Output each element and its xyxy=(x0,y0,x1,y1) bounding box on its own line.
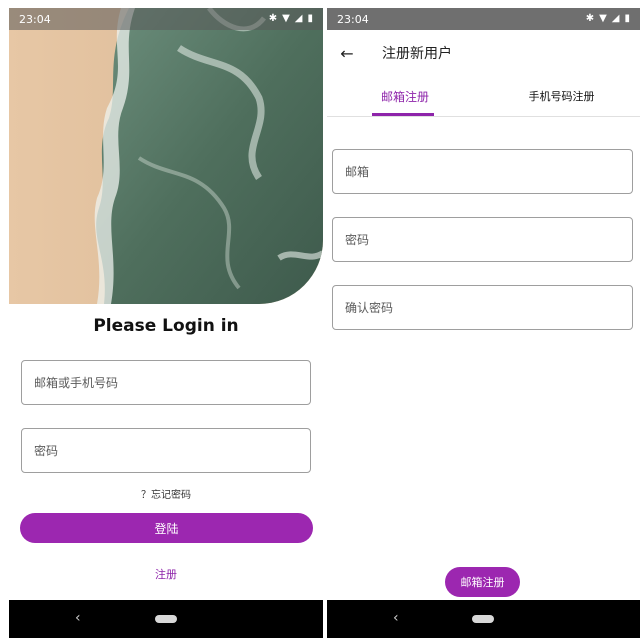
wifi-icon: ▼ xyxy=(282,13,290,24)
forgot-password-link[interactable]: ？忘记密码 xyxy=(9,486,323,501)
back-arrow-icon[interactable]: ← xyxy=(327,44,367,63)
status-bar: 23:04 ✱ ▼ ◢ ▮ xyxy=(327,8,640,30)
status-time: 23:04 xyxy=(19,12,51,26)
battery-icon: ▮ xyxy=(307,13,313,24)
tab-indicator xyxy=(372,113,434,116)
signal-icon: ◢ xyxy=(611,13,620,24)
nav-home-pill[interactable] xyxy=(155,615,177,623)
status-bar: 23:04 ✱ ▼ ◢ ▮ xyxy=(9,8,323,30)
nav-back-icon[interactable]: ‹ xyxy=(75,610,81,626)
register-tabs: 邮箱注册 手机号码注册 xyxy=(327,76,640,117)
login-title: Please Login in xyxy=(93,316,239,336)
username-input[interactable] xyxy=(22,361,310,404)
bluetooth-icon: ✱ xyxy=(585,13,595,24)
email-register-button[interactable]: 邮箱注册 xyxy=(445,567,520,597)
status-time: 23:04 xyxy=(337,12,369,26)
battery-icon: ▮ xyxy=(624,13,630,24)
page-title: 注册新用户 xyxy=(382,46,452,62)
confirm-password-input[interactable] xyxy=(333,286,632,329)
system-nav-bar: ‹ xyxy=(9,600,323,638)
email-input[interactable] xyxy=(333,150,632,193)
register-password-input[interactable] xyxy=(333,218,632,261)
tab-email-register[interactable]: 邮箱注册 xyxy=(327,76,483,116)
app-bar: ← 注册新用户 xyxy=(327,30,640,76)
wifi-icon: ▼ xyxy=(599,13,607,24)
password-field[interactable] xyxy=(21,428,311,473)
tab-phone-register[interactable]: 手机号码注册 xyxy=(483,76,640,116)
signal-icon: ◢ xyxy=(294,13,303,24)
nav-back-icon[interactable]: ‹ xyxy=(393,610,399,626)
system-nav-bar: ‹ xyxy=(327,600,640,638)
nav-home-pill[interactable] xyxy=(472,615,494,623)
password-input[interactable] xyxy=(22,429,310,472)
login-screen: 23:04 ✱ ▼ ◢ ▮ Please Login in ？忘记密码 登陆 注… xyxy=(9,8,323,638)
beach-hero-image xyxy=(9,8,323,304)
login-button[interactable]: 登陆 xyxy=(20,513,313,543)
register-password-field[interactable] xyxy=(332,217,633,262)
register-link[interactable]: 注册 xyxy=(9,566,323,582)
email-field[interactable] xyxy=(332,149,633,194)
register-screen: 23:04 ✱ ▼ ◢ ▮ ← 注册新用户 邮箱注册 手机号码注册 邮箱注册 ‹ xyxy=(327,8,640,638)
confirm-password-field[interactable] xyxy=(332,285,633,330)
username-field[interactable] xyxy=(21,360,311,405)
bluetooth-icon: ✱ xyxy=(268,13,278,24)
